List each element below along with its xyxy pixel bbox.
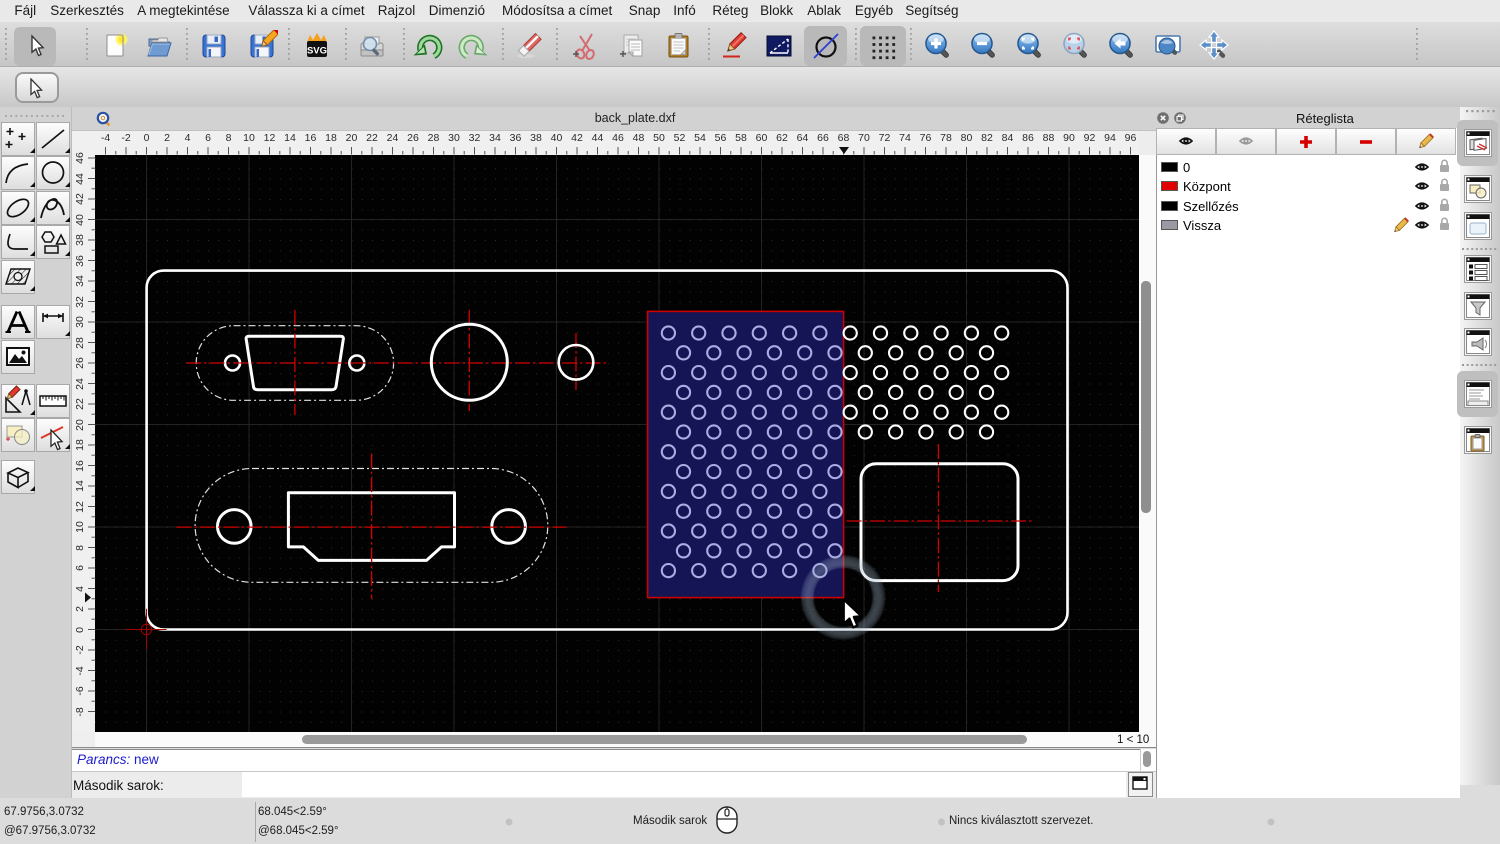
svg-text:SVG: SVG — [307, 46, 327, 57]
